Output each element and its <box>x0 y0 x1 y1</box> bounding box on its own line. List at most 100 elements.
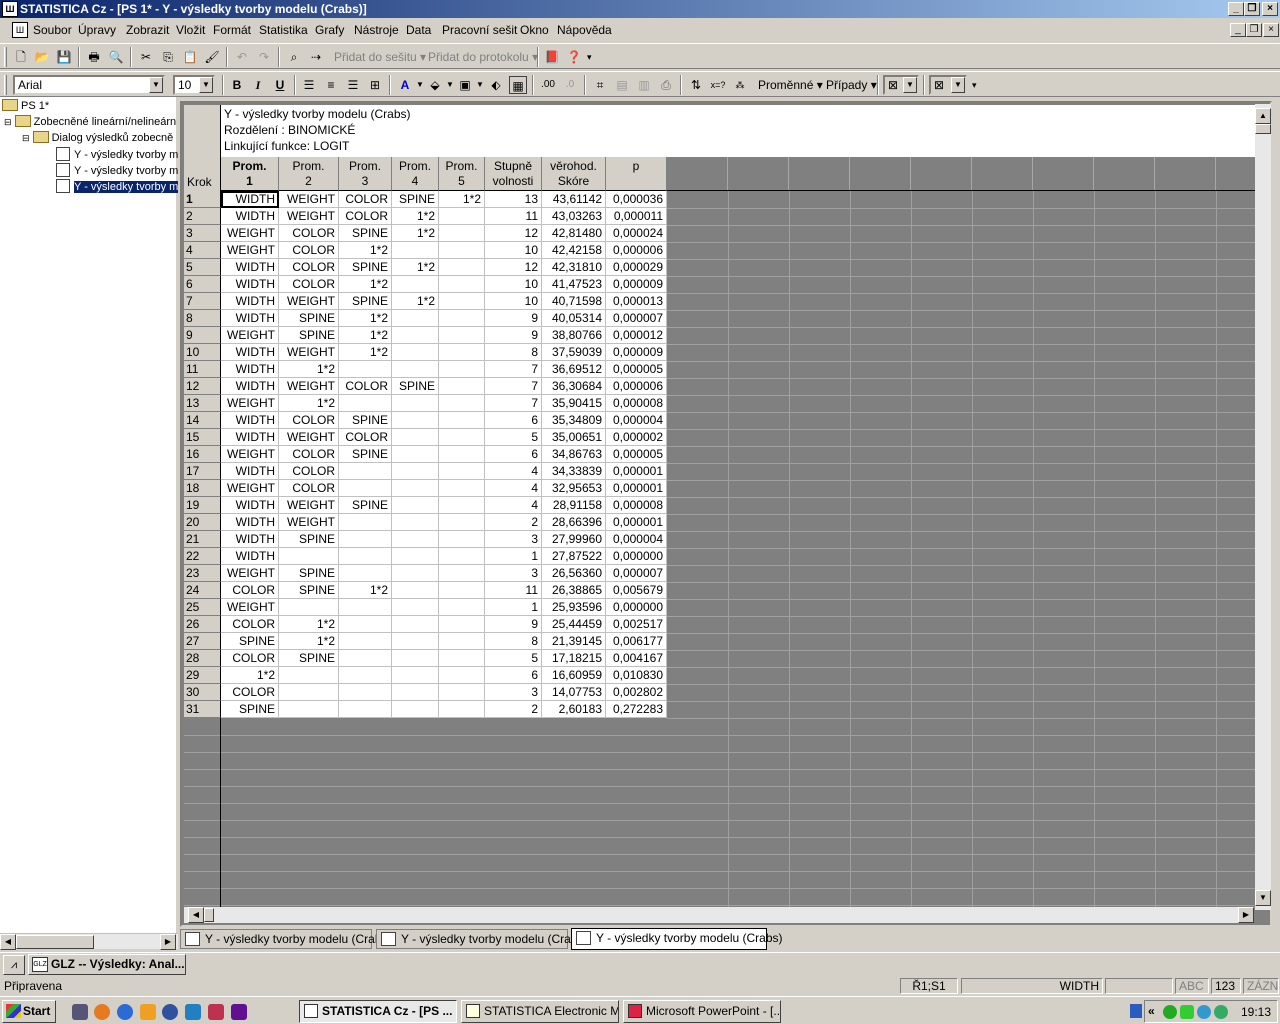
add-to-report-button[interactable]: Přidat do protokolu ▾ <box>428 50 538 64</box>
column-header[interactable]: věrohod. Skóre <box>542 157 606 191</box>
table-cell[interactable]: 0,000009 <box>606 344 667 361</box>
table-cell[interactable]: SPINE <box>279 650 339 667</box>
spreadsheet-grid[interactable]: Krok Y - výsledky tvorby modelu (Crabs) … <box>184 105 1256 909</box>
table-cell[interactable]: SPINE <box>392 191 439 208</box>
table-cell[interactable]: 1*2 <box>392 259 439 276</box>
redo-icon[interactable]: ↷ <box>255 48 273 66</box>
table-cell[interactable]: COLOR <box>279 412 339 429</box>
align-center-icon[interactable]: ≡ <box>322 76 340 94</box>
table-cell[interactable] <box>392 412 439 429</box>
menu-okno[interactable]: Okno <box>520 23 549 37</box>
row-header[interactable]: 25 <box>184 599 221 616</box>
tree-node-glz[interactable]: ⊟ Zobecněné lineární/nelineárn <box>4 115 176 129</box>
table-cell[interactable]: 6 <box>485 667 542 684</box>
table-cell[interactable]: 27,99960 <box>542 531 606 548</box>
chevron-down-icon[interactable]: ▼ <box>199 77 213 93</box>
table-cell[interactable]: 28,66396 <box>542 514 606 531</box>
sheet-tab[interactable]: Y - výsledky tvorby modelu (Crabs) <box>180 929 392 949</box>
table-cell[interactable]: SPINE <box>221 701 279 718</box>
table-cell[interactable]: 7 <box>485 395 542 412</box>
table-cell[interactable]: 0,000005 <box>606 361 667 378</box>
print-icon[interactable]: 🖶 <box>85 48 103 66</box>
table-cell[interactable]: WIDTH <box>221 259 279 276</box>
table-cell[interactable] <box>439 259 485 276</box>
table-cell[interactable] <box>392 497 439 514</box>
table-cell[interactable] <box>339 548 392 565</box>
sheet-tab-active[interactable]: Y - výsledky tvorby modelu (Crabs) <box>571 928 783 950</box>
floppy-icon[interactable] <box>231 1004 247 1020</box>
table-cell[interactable] <box>339 514 392 531</box>
menu-grafy[interactable]: Grafy <box>315 23 344 37</box>
row-header[interactable]: 19 <box>184 497 221 514</box>
table-cell[interactable] <box>279 548 339 565</box>
table-cell[interactable]: 0,000005 <box>606 446 667 463</box>
underline-button[interactable]: U <box>271 76 289 94</box>
table-cell[interactable]: WIDTH <box>221 293 279 310</box>
table-cell[interactable]: 1 <box>485 599 542 616</box>
table-cell[interactable] <box>439 293 485 310</box>
table-cell[interactable] <box>392 395 439 412</box>
table-cell[interactable]: 0,000000 <box>606 599 667 616</box>
scroll-thumb[interactable] <box>16 935 94 949</box>
table-cell[interactable]: WIDTH <box>221 361 279 378</box>
scroll-thumb[interactable] <box>204 908 214 922</box>
table-cell[interactable]: 0,002517 <box>606 616 667 633</box>
table-cell[interactable]: 0,000007 <box>606 565 667 582</box>
binoculars-icon[interactable]: ⌕ <box>285 48 303 66</box>
row-header[interactable]: 14 <box>184 412 221 429</box>
table-cell[interactable]: WEIGHT <box>279 344 339 361</box>
scroll-right-icon[interactable]: ▶ <box>1238 907 1254 923</box>
start-button[interactable]: Start <box>2 1000 56 1023</box>
table-cell[interactable]: 12 <box>485 259 542 276</box>
table-cell[interactable]: 12 <box>485 225 542 242</box>
table-cell[interactable] <box>339 463 392 480</box>
row-header[interactable]: 6 <box>184 276 221 293</box>
doc-restore-button[interactable]: ❐ <box>1246 23 1262 37</box>
table-cell[interactable]: 0,000008 <box>606 497 667 514</box>
internet-explorer-icon[interactable] <box>117 1004 133 1020</box>
table-cell[interactable]: 26,56360 <box>542 565 606 582</box>
border-icon[interactable]: ▣ <box>456 76 474 94</box>
table-cell[interactable]: 0,272283 <box>606 701 667 718</box>
column-header[interactable]: Prom. 4 <box>392 157 439 191</box>
table-cell[interactable]: 0,000012 <box>606 327 667 344</box>
update-tray-icon[interactable] <box>1197 1005 1211 1019</box>
font-size-select[interactable]: 10 ▼ <box>173 75 215 95</box>
scroll-left-icon[interactable]: ◀ <box>188 907 204 923</box>
gridlines-icon[interactable]: ▦ <box>509 76 527 94</box>
tree-leaf-selected[interactable]: Y - výsledky tvorby m <box>56 179 179 194</box>
table-cell[interactable]: 5 <box>485 650 542 667</box>
table-cell[interactable]: COLOR <box>221 616 279 633</box>
table-cell[interactable]: 6 <box>485 412 542 429</box>
table-cell[interactable]: 1 <box>485 548 542 565</box>
table-cell[interactable]: WEIGHT <box>279 497 339 514</box>
table-cell[interactable]: WIDTH <box>221 463 279 480</box>
row-header[interactable]: 1 <box>184 191 221 208</box>
table-cell[interactable] <box>339 616 392 633</box>
paste-icon[interactable]: 📋 <box>181 48 199 66</box>
table-cell[interactable]: 21,39145 <box>542 633 606 650</box>
row-header[interactable]: 28 <box>184 650 221 667</box>
table-cell[interactable]: 1*2 <box>279 616 339 633</box>
tree-leaf[interactable]: Y - výsledky tvorby m <box>56 147 178 162</box>
table-cell[interactable]: WEIGHT <box>279 191 339 208</box>
table-cell[interactable]: 2 <box>485 701 542 718</box>
table-cell[interactable]: 43,61142 <box>542 191 606 208</box>
table-cell[interactable] <box>279 684 339 701</box>
table-cell[interactable] <box>392 327 439 344</box>
table-cell[interactable]: COLOR <box>279 225 339 242</box>
table-cell[interactable] <box>439 701 485 718</box>
cases-button[interactable]: Případy ▾ <box>826 78 877 92</box>
table-cell[interactable]: WEIGHT <box>279 208 339 225</box>
font-name-select[interactable]: Arial ▼ <box>13 75 165 95</box>
row-header[interactable]: 12 <box>184 378 221 395</box>
row-header[interactable]: 30 <box>184 684 221 701</box>
table-cell[interactable] <box>439 463 485 480</box>
table-cell[interactable]: 37,59039 <box>542 344 606 361</box>
table-cell[interactable]: WIDTH <box>221 344 279 361</box>
table-cell[interactable]: 42,42158 <box>542 242 606 259</box>
table-cell[interactable]: SPINE <box>279 327 339 344</box>
table-cell[interactable] <box>339 701 392 718</box>
column-header[interactable]: Prom. 2 <box>279 157 339 191</box>
table-cell[interactable]: COLOR <box>279 463 339 480</box>
